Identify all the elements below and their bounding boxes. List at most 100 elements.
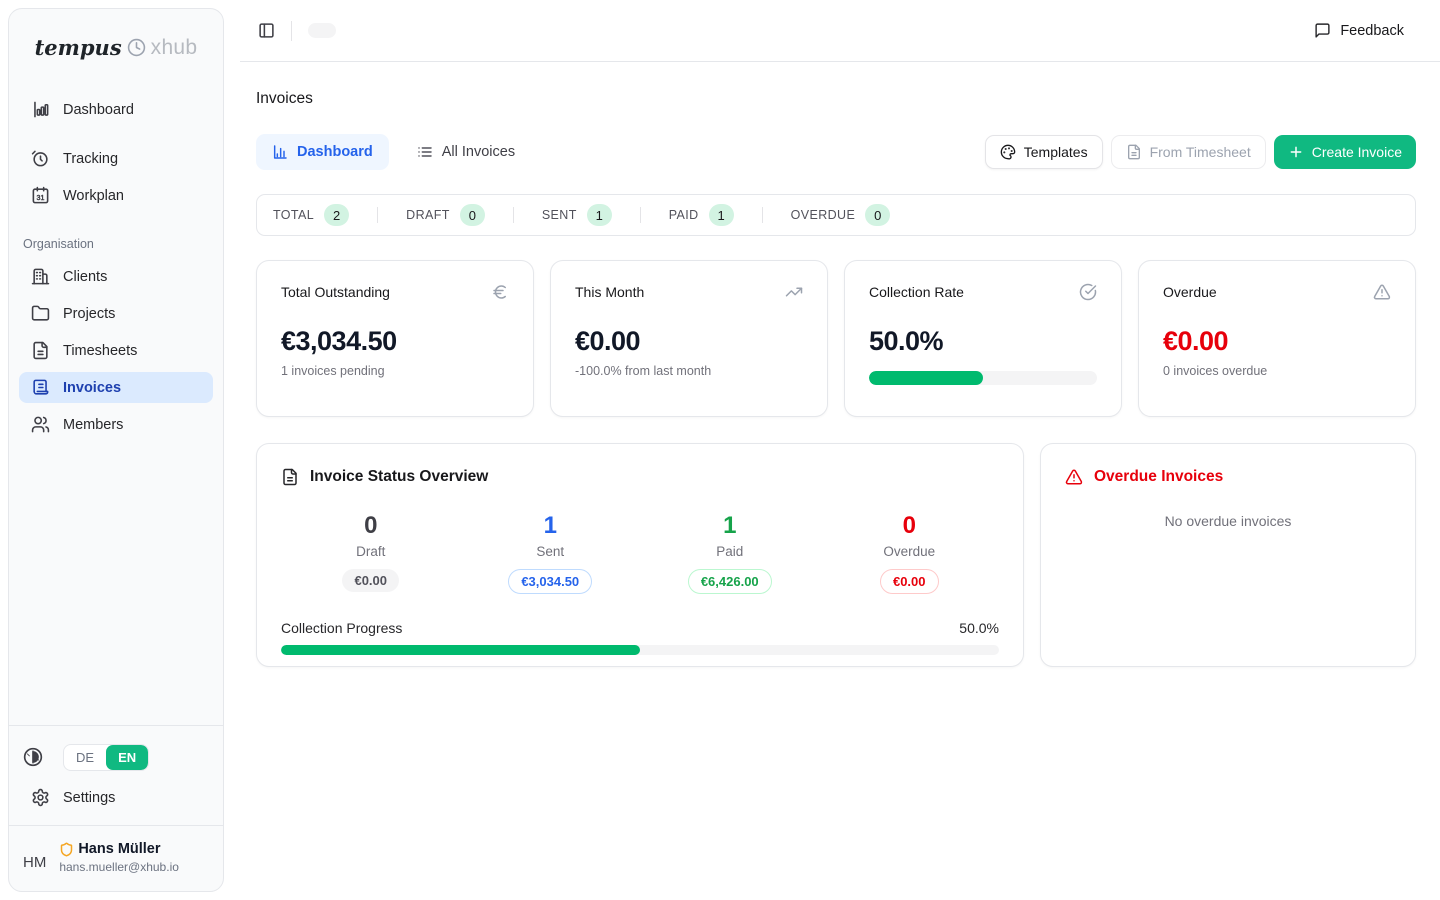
sidebar-item-invoices[interactable]: Invoices	[19, 372, 213, 403]
sidebar-item-label: Members	[63, 417, 123, 433]
sidebar-footer: DE EN Settings	[9, 725, 223, 825]
sidebar-item-clients[interactable]: Clients	[19, 261, 213, 292]
card-subtitle: 0 invoices overdue	[1163, 364, 1391, 378]
sidebar-item-label: Dashboard	[63, 102, 134, 118]
page-title: Invoices	[256, 90, 1416, 108]
card-this-month: This Month €0.00 -100.0% from last month	[550, 260, 828, 417]
breadcrumb-skeleton	[308, 23, 336, 38]
strip-label: SENT	[542, 208, 577, 222]
strip-label: PAID	[669, 208, 699, 222]
file-text-icon	[281, 468, 299, 486]
stat-label: Overdue	[820, 544, 1000, 559]
card-overdue: Overdue €0.00 0 invoices overdue	[1138, 260, 1416, 417]
sidebar-item-members[interactable]: Members	[19, 409, 213, 440]
user-name: Hans Müller	[78, 840, 160, 858]
tab-all-invoices[interactable]: All Invoices	[401, 134, 531, 170]
card-title: Overdue	[1163, 284, 1217, 300]
topbar: Feedback	[240, 0, 1440, 62]
language-option-de[interactable]: DE	[64, 745, 106, 770]
topbar-divider	[291, 21, 292, 41]
file-icon	[1126, 144, 1142, 160]
plus-icon	[1288, 144, 1304, 160]
tab-label: All Invoices	[442, 144, 515, 160]
strip-label: OVERDUE	[791, 208, 856, 222]
receipt-icon	[31, 378, 50, 397]
tab-label: Dashboard	[297, 144, 373, 160]
sidebar-item-workplan[interactable]: 31 Workplan	[19, 180, 213, 211]
create-invoice-button[interactable]: Create Invoice	[1274, 135, 1416, 169]
avatar: HM	[23, 844, 46, 871]
stat-label: Sent	[461, 544, 641, 559]
user-email: hans.mueller@xhub.io	[59, 860, 179, 875]
message-bubble-icon	[1314, 22, 1331, 39]
stat-count: 1	[461, 512, 641, 540]
strip-label: DRAFT	[406, 208, 450, 222]
collection-rate-progress-fill	[869, 371, 983, 385]
strip-total: TOTAL 2	[273, 204, 349, 226]
theme-contrast-icon[interactable]	[23, 747, 43, 767]
strip-divider	[640, 207, 641, 223]
users-icon	[31, 415, 50, 434]
stat-count: 1	[640, 512, 820, 540]
tab-dashboard[interactable]: Dashboard	[256, 134, 389, 170]
chart-column-icon	[272, 144, 288, 160]
settings-label: Settings	[63, 790, 115, 806]
strip-count-badge: 0	[460, 204, 485, 226]
alert-triangle-icon	[1065, 468, 1083, 486]
folder-icon	[31, 304, 50, 323]
overdue-invoices-panel: Overdue Invoices No overdue invoices	[1040, 443, 1416, 667]
invoice-status-overview-panel: Invoice Status Overview 0 Draft €0.00 1 …	[256, 443, 1024, 667]
strip-divider	[513, 207, 514, 223]
card-subtitle: -100.0% from last month	[575, 364, 803, 378]
chart-column-icon	[31, 100, 50, 119]
sidebar-item-label: Invoices	[63, 380, 121, 396]
timer-icon	[31, 149, 50, 168]
shield-icon	[59, 842, 74, 857]
sidebar-item-settings[interactable]: Settings	[19, 781, 213, 815]
sidebar-item-dashboard[interactable]: Dashboard	[19, 94, 213, 125]
euro-icon	[491, 283, 509, 301]
file-text-icon	[31, 341, 50, 360]
collection-progress-value: 50.0%	[959, 620, 999, 636]
language-option-en[interactable]: EN	[106, 745, 148, 770]
sidebar-item-label: Projects	[63, 306, 115, 322]
strip-count-badge: 0	[865, 204, 890, 226]
sidebar-item-label: Tracking	[63, 151, 118, 167]
collection-progress-fill	[281, 645, 640, 655]
card-value: €0.00	[575, 326, 803, 357]
sidebar: tempus xhub Dashboard Tracking 31 Workpl…	[8, 8, 224, 892]
templates-button[interactable]: Templates	[985, 135, 1103, 169]
stat-sent: 1 Sent €3,034.50	[461, 512, 641, 594]
card-total-outstanding: Total Outstanding €3,034.50 1 invoices p…	[256, 260, 534, 417]
stat-amount-pill: €0.00	[342, 569, 399, 592]
sidebar-item-projects[interactable]: Projects	[19, 298, 213, 329]
stat-paid: 1 Paid €6,426.00	[640, 512, 820, 594]
palette-icon	[1000, 144, 1016, 160]
panel-title: Invoice Status Overview	[310, 468, 488, 486]
from-timesheet-button[interactable]: From Timesheet	[1111, 135, 1266, 169]
logo-xhub: xhub	[151, 36, 198, 60]
card-collection-rate: Collection Rate 50.0%	[844, 260, 1122, 417]
stat-amount-pill: €0.00	[880, 569, 939, 594]
circle-check-icon	[1079, 283, 1097, 301]
stat-amount-pill: €6,426.00	[688, 569, 772, 594]
strip-count-badge: 2	[324, 204, 349, 226]
strip-paid: PAID 1	[669, 204, 734, 226]
gear-icon	[31, 788, 50, 807]
stat-overdue: 0 Overdue €0.00	[820, 512, 1000, 594]
svg-text:31: 31	[37, 194, 45, 202]
panel-title: Overdue Invoices	[1094, 468, 1223, 486]
from-timesheet-label: From Timesheet	[1150, 144, 1251, 160]
sidebar-item-label: Timesheets	[63, 343, 137, 359]
feedback-button[interactable]: Feedback	[1306, 16, 1412, 45]
sidebar-item-timesheets[interactable]: Timesheets	[19, 335, 213, 366]
trending-up-icon	[785, 283, 803, 301]
card-value: 50.0%	[869, 326, 1097, 357]
alert-triangle-icon	[1373, 283, 1391, 301]
stat-count: 0	[820, 512, 1000, 540]
card-value: €3,034.50	[281, 326, 509, 357]
feedback-label: Feedback	[1340, 23, 1404, 39]
user-card[interactable]: HM Hans Müller hans.mueller@xhub.io	[9, 825, 223, 891]
sidebar-toggle-icon[interactable]	[252, 16, 281, 45]
sidebar-item-tracking[interactable]: Tracking	[19, 143, 213, 174]
